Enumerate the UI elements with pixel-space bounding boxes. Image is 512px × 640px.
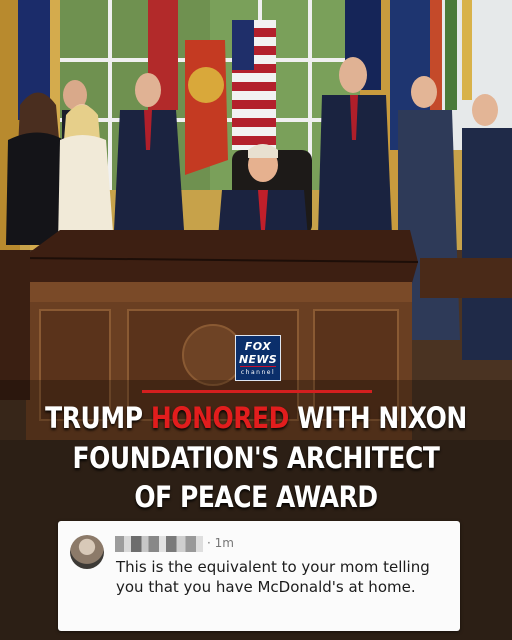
headline-line-3: OF PEACE AWARD	[134, 480, 378, 514]
headline-rule	[142, 390, 372, 393]
logo-text-channel: channel	[240, 369, 276, 376]
headline-line-1: TRUMP HONORED WITH NIXON	[36, 401, 476, 435]
logo-text-fox: FOX	[244, 340, 272, 353]
logo-text-news: NEWS	[239, 353, 277, 366]
headline-with-nixon: WITH NIXON	[297, 401, 467, 435]
comment-text: This is the equivalent to your mom telli…	[116, 558, 430, 596]
comment-timestamp: · 1m	[207, 536, 234, 550]
avatar[interactable]	[70, 535, 104, 569]
headline-highlight: HONORED	[150, 401, 290, 435]
redacted-username[interactable]	[115, 536, 203, 552]
logo-stripe	[240, 366, 276, 367]
fox-news-logo: FOX NEWS channel	[235, 335, 281, 381]
headline-line-2: FOUNDATION'S ARCHITECT	[72, 441, 440, 475]
headline-word-trump: TRUMP	[45, 401, 143, 435]
comment-card: · 1m This is the equivalent to your mom …	[58, 521, 460, 631]
